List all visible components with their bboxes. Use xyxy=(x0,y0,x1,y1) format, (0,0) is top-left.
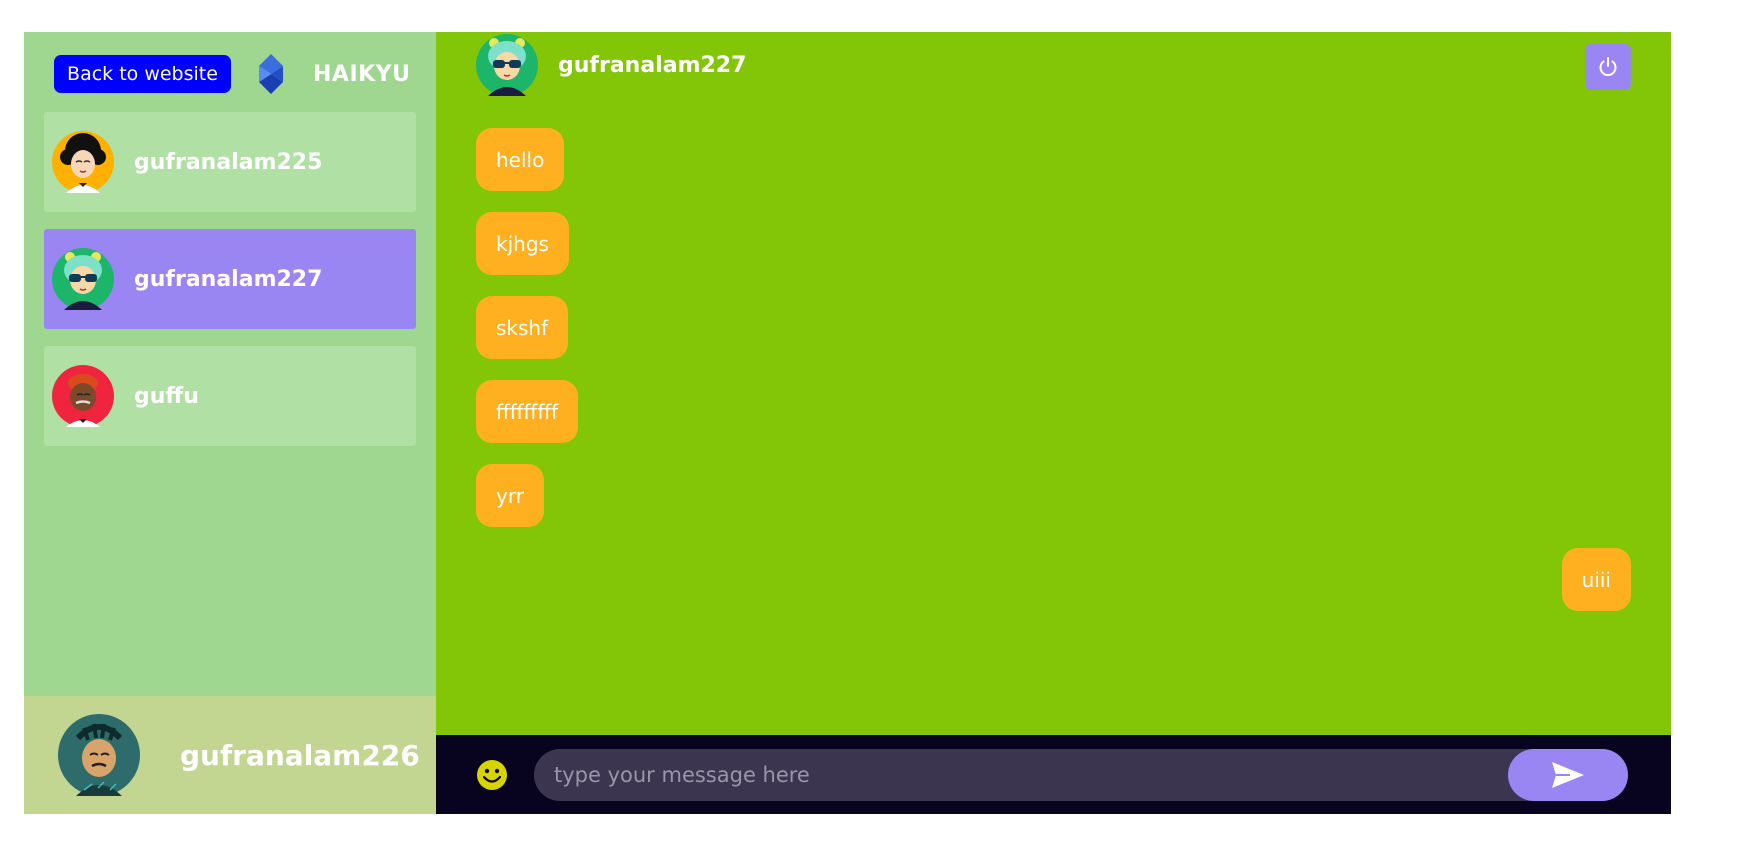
contacts-sidebar: Back to website HAIKYU gufranalam225 guf… xyxy=(24,32,436,814)
contact-name: gufranalam225 xyxy=(134,149,323,175)
avatar-dreadlocks-icon xyxy=(58,714,140,796)
chat-panel: gufranalam227 hello kjhgs skshf ffffffff… xyxy=(436,32,1671,814)
contact-item-gufranalam227[interactable]: gufranalam227 xyxy=(44,229,416,329)
current-user-panel: gufranalam226 xyxy=(24,696,436,814)
contact-name: gufranalam227 xyxy=(134,266,323,292)
contact-item-gufranalam225[interactable]: gufranalam225 xyxy=(44,112,416,212)
message-input[interactable] xyxy=(534,762,1508,787)
message-bubble: skshf xyxy=(476,296,569,359)
message-input-wrapper xyxy=(534,748,1628,801)
avatar-sunglasses-icon xyxy=(476,34,538,96)
back-to-website-button[interactable]: Back to website xyxy=(54,55,231,93)
send-icon xyxy=(1552,761,1584,788)
contact-name: guffu xyxy=(134,383,199,409)
message-received: yrr xyxy=(476,464,1631,527)
contact-item-guffu[interactable]: guffu xyxy=(44,346,416,446)
contact-list: gufranalam225 gufranalam227 guffu xyxy=(44,112,416,463)
message-list: hello kjhgs skshf fffffffff yrr uiii xyxy=(476,128,1631,632)
brand-row: Back to website HAIKYU xyxy=(54,52,410,96)
haikyu-logo-icon xyxy=(259,54,283,94)
message-received: fffffffff xyxy=(476,380,1631,443)
logout-button[interactable] xyxy=(1585,44,1631,90)
message-received: skshf xyxy=(476,296,1631,359)
message-bubble: uiii xyxy=(1561,548,1631,611)
message-bubble: yrr xyxy=(476,464,544,527)
message-sent: uiii xyxy=(476,548,1631,611)
chat-header-name: gufranalam227 xyxy=(558,52,747,78)
message-received: kjhgs xyxy=(476,212,1631,275)
message-composer xyxy=(436,735,1671,814)
avatar-bearded-icon xyxy=(52,365,114,427)
message-received: hello xyxy=(476,128,1631,191)
emoji-picker-icon[interactable] xyxy=(476,759,508,791)
message-bubble: hello xyxy=(476,128,565,191)
avatar-afro-icon xyxy=(52,131,114,193)
chat-app: Back to website HAIKYU gufranalam225 guf… xyxy=(24,32,1671,814)
message-bubble: kjhgs xyxy=(476,212,569,275)
send-button[interactable] xyxy=(1508,748,1628,801)
message-bubble: fffffffff xyxy=(476,380,579,443)
brand-name: HAIKYU xyxy=(313,61,411,87)
power-icon xyxy=(1599,57,1617,76)
current-user-name: gufranalam226 xyxy=(180,738,420,772)
chat-header: gufranalam227 xyxy=(476,34,746,96)
avatar-sunglasses-icon xyxy=(52,248,114,310)
